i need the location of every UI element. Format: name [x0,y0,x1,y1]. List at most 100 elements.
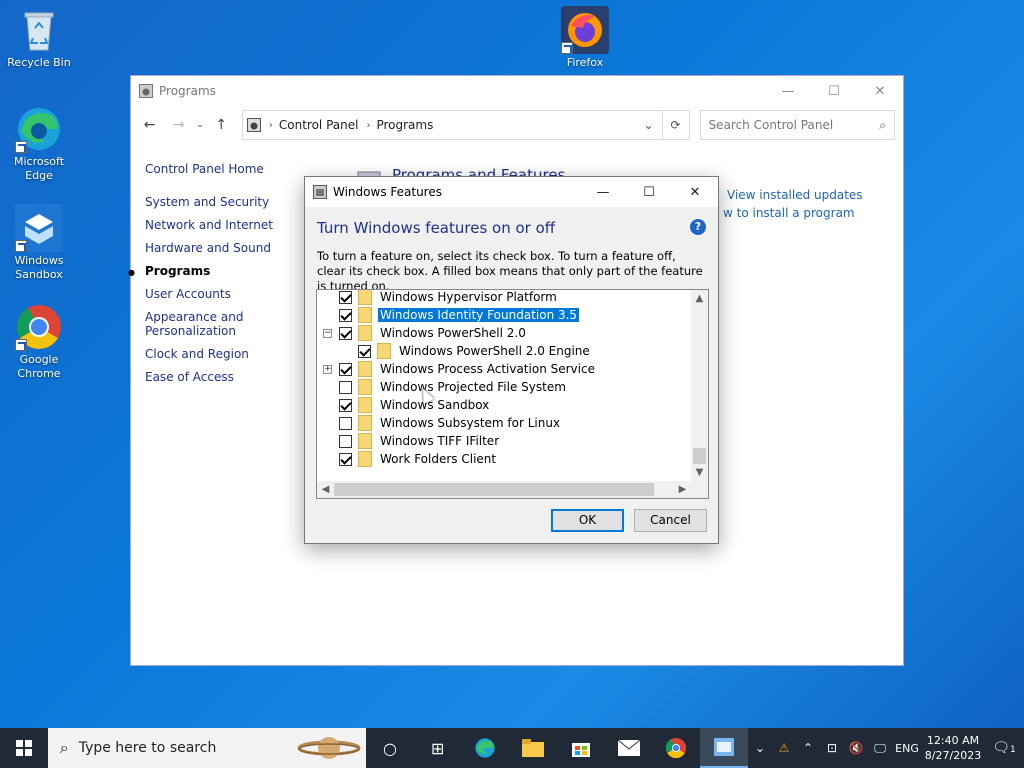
sidebar-item-programs[interactable]: Programs [128,264,285,280]
scroll-right-icon[interactable]: ▶ [674,481,691,498]
feature-row[interactable]: Windows Identity Foundation 3.5 [339,306,581,324]
notification-center-icon[interactable]: 🗨1 [984,740,1024,756]
feature-checkbox[interactable] [339,362,352,376]
desktop-icon-label: Google Chrome [17,353,61,380]
feature-row[interactable]: Windows Hypervisor Platform [339,290,559,306]
warning-person-icon[interactable]: ⚠ [772,741,796,755]
sidebar-item-user-accounts[interactable]: User Accounts [145,287,285,301]
sidebar-item-network-and-internet[interactable]: Network and Internet [145,218,285,232]
feature-checkbox[interactable] [358,344,371,358]
feature-row[interactable]: Windows Projected File System [339,378,568,396]
back-arrow-icon[interactable]: ← [139,117,160,133]
breadcrumb-control-panel[interactable]: Control Panel [279,118,359,132]
taskbar-search-box[interactable]: ⌕ Type here to search [47,728,367,768]
up-arrow-icon[interactable]: ↑ [211,117,232,133]
microsoft-store-icon[interactable] [557,728,605,768]
overflow-chevron-icon[interactable]: ⌄ [748,741,772,755]
meet-now-icon[interactable]: ⊡ [820,741,844,755]
volume-muted-icon[interactable]: 🔇 [844,741,868,755]
view-installed-updates-link[interactable]: View installed updates [727,188,863,202]
mail-icon[interactable] [605,728,653,768]
feature-row[interactable]: Windows Process Activation Service [339,360,597,378]
recent-locations-chevron-icon[interactable]: ⌄ [189,120,210,130]
desktop-icon-windows-sandbox[interactable]: Windows Sandbox [1,204,77,282]
dialog-maximize-button[interactable]: ☐ [626,177,672,207]
dialog-minimize-button[interactable]: — [580,177,626,207]
feature-checkbox[interactable] [339,380,352,394]
firefox-icon [561,6,609,54]
feature-checkbox[interactable] [339,434,352,448]
sidebar-item-appearance[interactable]: Appearance and Personalization [145,310,285,338]
features-tree[interactable]: Windows Hypervisor Platform Windows Iden… [316,289,709,499]
address-dropdown-icon[interactable]: ⌄ [643,118,653,132]
start-button[interactable] [0,728,48,768]
feature-row[interactable]: Windows PowerShell 2.0 [339,324,528,342]
sidebar-item-control-panel-home[interactable]: Control Panel Home [145,162,285,176]
desktop-icon-chrome[interactable]: Google Chrome [1,303,77,381]
expand-icon[interactable]: + [323,365,332,374]
refresh-button[interactable]: ⟳ [662,110,690,140]
horizontal-scrollbar[interactable]: ◀ ▶ [317,481,691,498]
folder-icon [358,379,372,395]
shortcut-arrow-icon [15,240,27,252]
breadcrumb-separator-icon: › [268,119,273,131]
maximize-button[interactable]: ☐ [811,76,857,106]
widgets-icon[interactable]: ⊞ [414,728,462,768]
feature-checkbox[interactable] [339,416,352,430]
scroll-down-icon[interactable]: ▼ [691,464,708,481]
cancel-button[interactable]: Cancel [634,509,707,532]
feature-checkbox[interactable] [339,290,352,304]
control-panel-icon [139,84,153,98]
feature-row[interactable]: Windows TIFF IFilter [339,432,501,450]
feature-checkbox[interactable] [339,326,352,340]
taskbar-clock[interactable]: 12:40 AM 8/27/2023 [922,733,984,763]
folder-icon [358,433,372,449]
saturn-search-highlight-icon [297,737,361,759]
feature-row[interactable]: Windows PowerShell 2.0 Engine [358,342,592,360]
file-explorer-icon[interactable] [509,728,557,768]
dialog-close-button[interactable]: ✕ [672,177,718,207]
desktop-icon-firefox[interactable]: Firefox [547,6,623,70]
search-control-panel-input[interactable]: Search Control Panel ⌕ [699,110,895,140]
how-to-install-link[interactable]: w to install a program [723,206,863,220]
close-button[interactable]: ✕ [857,76,903,106]
dialog-heading: Turn Windows features on or off [317,219,556,237]
feature-row[interactable]: Windows Sandbox [339,396,491,414]
sidebar-item-ease-of-access[interactable]: Ease of Access [145,370,285,384]
horizontal-scroll-thumb[interactable] [334,483,654,496]
network-icon[interactable]: 🖵 [868,741,892,756]
feature-checkbox[interactable] [339,308,352,322]
help-icon[interactable]: ? [690,219,706,235]
collapse-icon[interactable]: − [323,329,332,338]
show-hidden-icons-chevron-icon[interactable]: ⌃ [796,741,820,755]
sidebar-item-hardware-and-sound[interactable]: Hardware and Sound [145,241,285,255]
address-bar[interactable]: › Control Panel › Programs ⌄ [241,110,663,140]
sidebar-item-clock-and-region[interactable]: Clock and Region [145,347,285,361]
feature-checkbox[interactable] [339,452,352,466]
taskbar-control-panel-icon[interactable] [700,728,748,768]
feature-row[interactable]: Work Folders Client [339,450,498,468]
scroll-left-icon[interactable]: ◀ [317,481,334,498]
feature-row[interactable]: Windows Subsystem for Linux [339,414,562,432]
vertical-scroll-thumb[interactable] [693,448,706,464]
forward-arrow-icon[interactable]: → [168,117,189,133]
desktop-icon-edge[interactable]: Microsoft Edge [1,105,77,183]
language-indicator[interactable]: ENG [892,742,922,755]
vertical-scrollbar[interactable]: ▲ ▼ [691,290,708,481]
desktop-icon-recycle-bin[interactable]: Recycle Bin [1,6,77,70]
minimize-button[interactable]: — [765,76,811,106]
taskbar-chrome-icon[interactable] [652,728,700,768]
ok-button[interactable]: OK [551,509,624,532]
feature-checkbox[interactable] [339,398,352,412]
search-icon[interactable]: ⌕ [879,118,886,133]
feature-label: Windows PowerShell 2.0 [380,326,526,340]
folder-icon [358,397,372,413]
control-panel-titlebar[interactable]: Programs — ☐ ✕ [131,76,903,106]
breadcrumb-programs[interactable]: Programs [376,118,433,132]
taskbar-edge-icon[interactable] [462,728,510,768]
sidebar-item-system-and-security[interactable]: System and Security [145,195,285,209]
task-view-icon[interactable]: ○ [366,728,414,768]
dialog-titlebar[interactable]: Windows Features — ☐ ✕ [305,177,718,207]
windows-features-dialog[interactable]: Windows Features — ☐ ✕ Turn Windows feat… [304,176,719,544]
scroll-up-icon[interactable]: ▲ [691,290,708,307]
